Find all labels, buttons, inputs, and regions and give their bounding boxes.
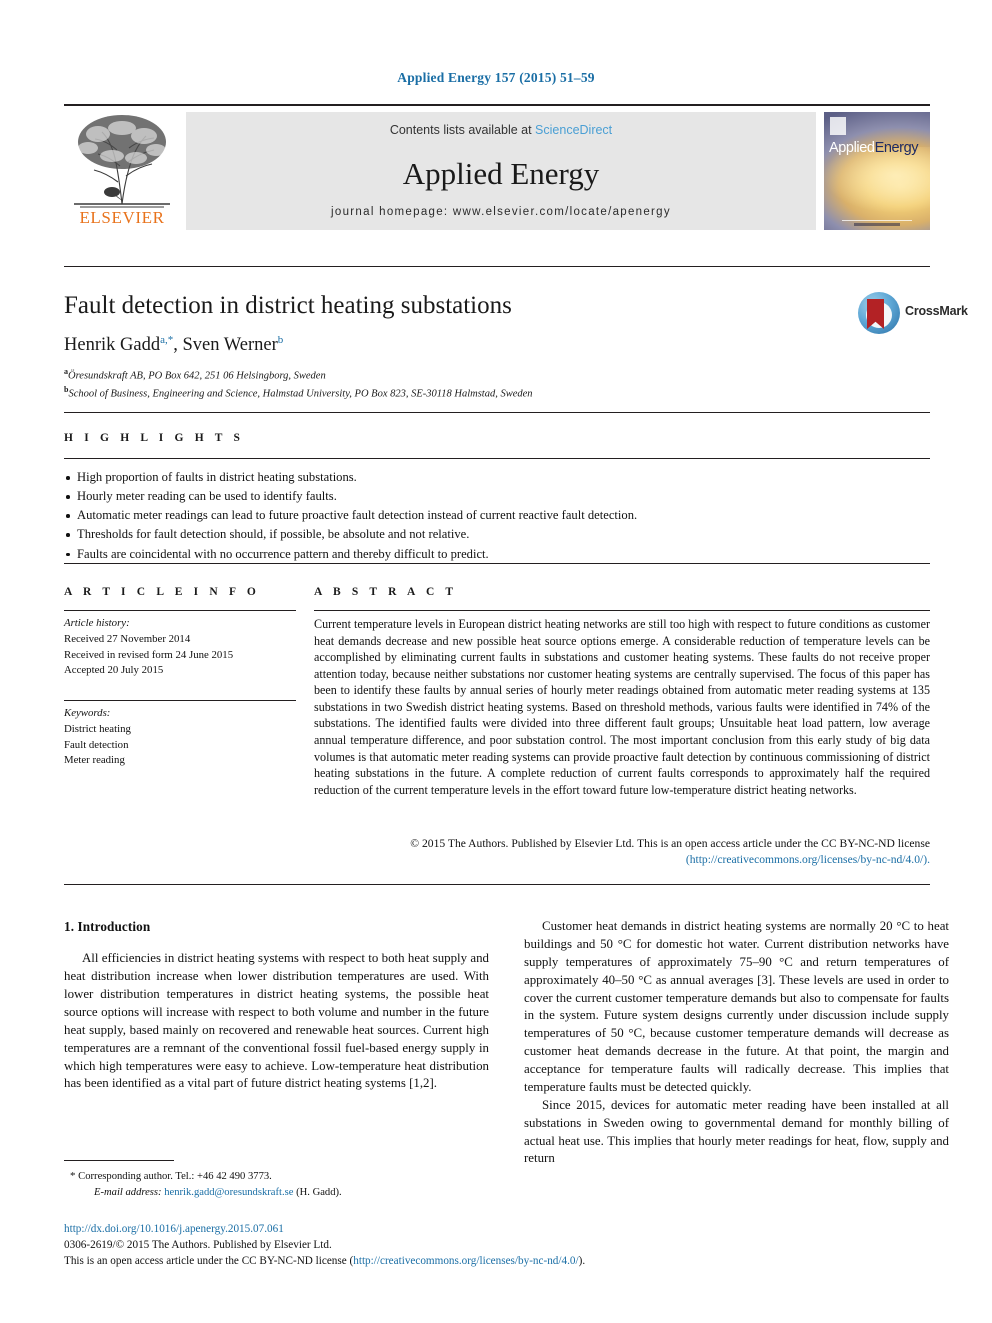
- cover-footer-mark: [854, 223, 900, 226]
- cover-footer-rule: [842, 219, 912, 221]
- cover-sheen: [824, 147, 930, 219]
- article-info-divider: [64, 610, 296, 611]
- license-link[interactable]: (http://creativecommons.org/licenses/by-…: [314, 852, 930, 868]
- section-heading-introduction: 1. Introduction: [64, 919, 151, 934]
- contents-line: Contents lists available at ScienceDirec…: [186, 123, 816, 137]
- cover-title-energy: Energy: [874, 140, 919, 156]
- issn-copyright: 0306-2619/© 2015 The Authors. Published …: [64, 1238, 332, 1251]
- list-item: Thresholds for fault detection should, i…: [64, 525, 930, 544]
- email-label: E-mail address:: [94, 1186, 162, 1198]
- paper-page: Applied Energy 157 (2015) 51–59 ELSEVIER…: [0, 0, 992, 1323]
- cover-title: AppliedEnergy: [829, 140, 927, 156]
- footer-license-prefix: This is an open access article under the…: [64, 1254, 354, 1267]
- paragraph-text: Since 2015, devices for automatic meter …: [524, 1097, 949, 1166]
- body-column-right: Customer heat demands in district heatin…: [524, 918, 949, 1168]
- doi-link[interactable]: http://dx.doi.org/10.1016/j.apenergy.201…: [64, 1222, 764, 1238]
- author-marks-2: b: [277, 334, 284, 346]
- list-item: Hourly meter reading can be used to iden…: [64, 487, 930, 506]
- paragraph-text: Customer heat demands in district heatin…: [524, 919, 949, 1094]
- footnote-star: *: [70, 1170, 76, 1182]
- abstract-text: Current temperature levels in European d…: [314, 617, 930, 797]
- highlights-list: High proportion of faults in district he…: [64, 468, 930, 564]
- journal-homepage[interactable]: journal homepage: www.elsevier.com/locat…: [186, 206, 816, 218]
- email-suffix: (H. Gadd).: [296, 1186, 342, 1198]
- highlights-top-divider: [64, 412, 930, 413]
- abstract-copyright: © 2015 The Authors. Published by Elsevie…: [314, 836, 930, 868]
- affiliation-text-b: School of Business, Engineering and Scie…: [68, 388, 533, 400]
- author-name-2: Sven Werner: [182, 335, 278, 356]
- elsevier-tree-icon: [74, 115, 170, 208]
- author-list: Henrik Gadda,*, Sven Wernerb: [64, 334, 284, 356]
- title-divider: [64, 266, 930, 267]
- highlights-heading: H I G H L I G H T S: [64, 432, 245, 444]
- affiliation-a: aÖresundskraft AB, PO Box 642, 251 06 He…: [64, 366, 784, 384]
- article-history-accepted: Accepted 20 July 2015: [64, 664, 164, 677]
- crossmark-badge[interactable]: CrossMark: [858, 290, 968, 338]
- page-title: Fault detection in district heating subs…: [64, 292, 512, 319]
- elsevier-logo: ELSEVIER: [64, 112, 180, 230]
- highlights-bottom-divider: [64, 563, 930, 564]
- email-note: E-mail address: henrik.gadd@oresundskraf…: [64, 1185, 489, 1201]
- page-footer: http://dx.doi.org/10.1016/j.apenergy.201…: [64, 1222, 764, 1270]
- article-history: Article history: Received 27 November 20…: [64, 616, 302, 679]
- keywords-block: Keywords: District heating Fault detecti…: [64, 706, 302, 769]
- footnote-block: * Corresponding author. Tel.: +46 42 490…: [64, 1168, 489, 1201]
- author-marks-1: a,*: [160, 334, 174, 346]
- journal-title: Applied Energy: [402, 156, 600, 191]
- body-column-left: 1. Introduction All efficiencies in dist…: [64, 918, 489, 1093]
- article-history-label: Article history:: [64, 617, 130, 629]
- paragraph: Customer heat demands in district heatin…: [524, 918, 949, 1097]
- footnote-divider: [64, 1160, 174, 1161]
- sciencedirect-link[interactable]: ScienceDirect: [535, 123, 612, 137]
- author-name-1: Henrik Gadd: [64, 335, 161, 356]
- footer-license-suffix: ).: [578, 1254, 586, 1267]
- keywords-divider: [64, 700, 296, 701]
- paragraph: All efficiencies in district heating sys…: [64, 950, 489, 1093]
- footer-license: This is an open access article under the…: [64, 1254, 764, 1270]
- contents-prefix: Contents lists available at: [389, 123, 536, 137]
- affiliations: aÖresundskraft AB, PO Box 642, 251 06 He…: [64, 366, 784, 402]
- list-item: High proportion of faults in district he…: [64, 468, 930, 487]
- abstract-bottom-divider: [64, 884, 930, 885]
- highlights-mid-divider: [64, 458, 930, 459]
- cover-title-applied: Applied: [829, 140, 875, 156]
- elsevier-wordmark: ELSEVIER: [79, 208, 165, 227]
- keyword-item: Meter reading: [64, 754, 125, 767]
- article-history-received: Received 27 November 2014: [64, 632, 191, 645]
- corresponding-author-note: * Corresponding author. Tel.: +46 42 490…: [64, 1168, 489, 1185]
- affiliation-text-a: Öresundskraft AB, PO Box 642, 251 06 Hel…: [68, 370, 326, 382]
- crossmark-circle-icon: [858, 292, 900, 334]
- footer-license-link[interactable]: http://creativecommons.org/licenses/by-n…: [353, 1255, 578, 1267]
- cover-elsevier-icon: [830, 117, 846, 135]
- abstract-divider: [314, 610, 930, 611]
- paragraph: Since 2015, devices for automatic meter …: [524, 1097, 949, 1169]
- corresponding-author-text: Corresponding author. Tel.: +46 42 490 3…: [78, 1171, 272, 1182]
- abstract-heading: A B S T R A C T: [314, 586, 458, 598]
- article-info-heading: A R T I C L E I N F O: [64, 586, 260, 598]
- journal-masthead: ELSEVIER Contents lists available at Sci…: [64, 104, 930, 230]
- masthead-center-panel: Contents lists available at ScienceDirec…: [186, 112, 816, 230]
- keyword-item: Fault detection: [64, 738, 129, 751]
- affiliation-b: bSchool of Business, Engineering and Sci…: [64, 384, 784, 402]
- article-history-revised: Received in revised form 24 June 2015: [64, 648, 234, 661]
- crossmark-label: CrossMark: [905, 304, 968, 318]
- keyword-item: District heating: [64, 722, 131, 735]
- list-item: Automatic meter readings can lead to fut…: [64, 506, 930, 525]
- copyright-line: © 2015 The Authors. Published by Elsevie…: [410, 837, 930, 850]
- journal-cover-thumbnail: AppliedEnergy: [824, 112, 930, 230]
- list-item: Faults are coincidental with no occurren…: [64, 545, 930, 564]
- keywords-label: Keywords:: [64, 707, 111, 719]
- paragraph-text: All efficiencies in district heating sys…: [64, 951, 489, 1091]
- running-head: Applied Energy 157 (2015) 51–59: [397, 70, 595, 85]
- email-link[interactable]: henrik.gadd@oresundskraft.se: [164, 1187, 293, 1198]
